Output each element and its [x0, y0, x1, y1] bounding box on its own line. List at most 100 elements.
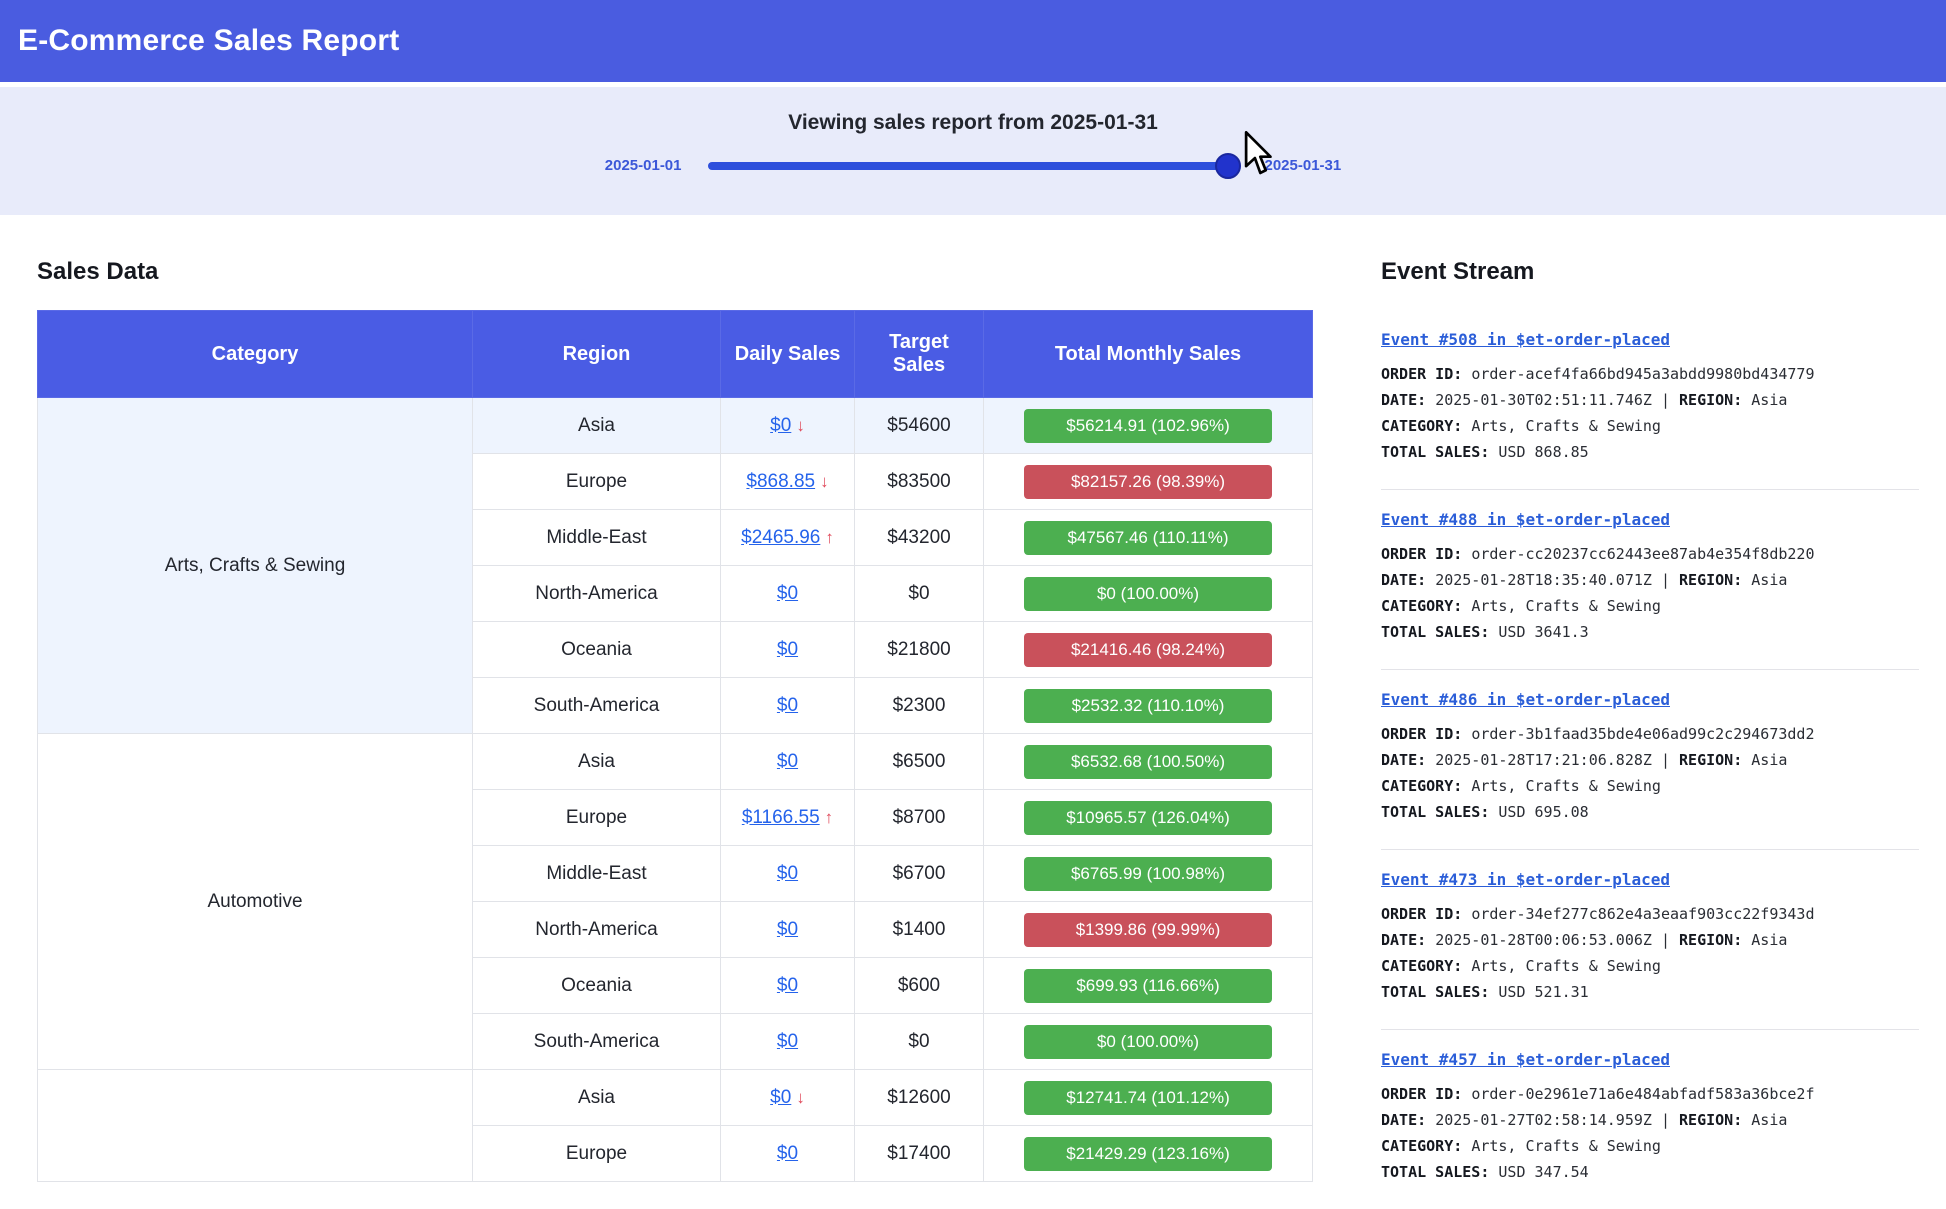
target-sales-cell: $6700: [855, 846, 984, 902]
event-date-line: DATE: 2025-01-30T02:51:11.746Z | REGION:…: [1381, 387, 1919, 413]
slider-handle[interactable]: [1215, 153, 1241, 179]
region-value: Asia: [1751, 571, 1787, 589]
event-total-line: TOTAL SALES: USD 3641.3: [1381, 619, 1919, 645]
daily-sales-cell: $0: [721, 622, 855, 678]
date-value: 2025-01-30T02:51:11.746Z: [1435, 391, 1652, 409]
daily-sales-link[interactable]: $0: [777, 919, 798, 940]
total-sales-cell: $6532.68 (100.50%): [984, 734, 1313, 790]
event-category-line: CATEGORY: Arts, Crafts & Sewing: [1381, 773, 1919, 799]
daily-sales-cell: $0: [721, 1014, 855, 1070]
region-cell: South-America: [473, 1014, 721, 1070]
total-sales-cell: $6765.99 (100.98%): [984, 846, 1313, 902]
region-value: Asia: [1751, 931, 1787, 949]
total-sales-label: TOTAL SALES:: [1381, 1163, 1489, 1181]
event-title-link[interactable]: Event #486 in $et-order-placed: [1381, 690, 1670, 709]
trend-up-icon: ↑: [825, 808, 834, 827]
daily-sales-link[interactable]: $2465.96: [741, 527, 820, 548]
category-value: Arts, Crafts & Sewing: [1471, 1137, 1661, 1155]
category-cell: Automotive: [38, 734, 473, 1070]
event-date-line: DATE: 2025-01-28T17:21:06.828Z | REGION:…: [1381, 747, 1919, 773]
daily-sales-cell: $0: [721, 734, 855, 790]
daily-sales-cell: $1166.55 ↑: [721, 790, 855, 846]
target-sales-cell: $43200: [855, 510, 984, 566]
daily-sales-cell: $0: [721, 1126, 855, 1182]
daily-sales-link[interactable]: $0: [777, 1143, 798, 1164]
daily-sales-link[interactable]: $0: [777, 863, 798, 884]
event-title-link[interactable]: Event #473 in $et-order-placed: [1381, 870, 1670, 889]
event-total-line: TOTAL SALES: USD 521.31: [1381, 979, 1919, 1005]
target-sales-cell: $83500: [855, 454, 984, 510]
daily-sales-link[interactable]: $1166.55: [742, 807, 820, 828]
total-sales-badge: $12741.74 (101.12%): [1024, 1081, 1272, 1115]
event-item: Event #486 in $et-order-placed ORDER ID:…: [1381, 670, 1919, 850]
total-sales-value: USD 3641.3: [1498, 623, 1588, 641]
region-label: REGION:: [1679, 751, 1742, 769]
column-header-region: Region: [473, 311, 721, 398]
daily-sales-link[interactable]: $0: [777, 1031, 798, 1052]
event-title-link[interactable]: Event #457 in $et-order-placed: [1381, 1050, 1670, 1069]
total-sales-label: TOTAL SALES:: [1381, 623, 1489, 641]
target-sales-cell: $2300: [855, 678, 984, 734]
daily-sales-link[interactable]: $0: [777, 751, 798, 772]
order-id-label: ORDER ID:: [1381, 725, 1462, 743]
category-cell: Arts, Crafts & Sewing: [38, 398, 473, 734]
daily-sales-cell: $0 ↓: [721, 398, 855, 454]
region-cell: Asia: [473, 734, 721, 790]
daily-sales-link[interactable]: $0: [777, 975, 798, 996]
total-sales-badge: $1399.86 (99.99%): [1024, 913, 1272, 947]
event-list: Event #508 in $et-order-placed ORDER ID:…: [1381, 310, 1919, 1209]
daily-sales-cell: $0: [721, 846, 855, 902]
order-id-value: order-acef4fa66bd945a3abdd9980bd434779: [1471, 365, 1814, 383]
trend-down-icon: ↓: [820, 472, 829, 491]
event-category-line: CATEGORY: Arts, Crafts & Sewing: [1381, 953, 1919, 979]
category-value: Arts, Crafts & Sewing: [1471, 597, 1661, 615]
daily-sales-link[interactable]: $0: [770, 415, 791, 436]
trend-down-icon: ↓: [796, 416, 805, 435]
table-row: AutomotiveAsia $0 $6500 $6532.68 (100.50…: [38, 734, 1313, 790]
slider-min-label: 2025-01-01: [605, 157, 682, 174]
daily-sales-link[interactable]: $0: [770, 1087, 791, 1108]
total-sales-cell: $1399.86 (99.99%): [984, 902, 1313, 958]
category-label: CATEGORY:: [1381, 417, 1462, 435]
region-cell: Europe: [473, 454, 721, 510]
region-cell: Europe: [473, 790, 721, 846]
event-order-line: ORDER ID: order-0e2961e71a6e484abfadf583…: [1381, 1081, 1919, 1107]
date-label: DATE:: [1381, 571, 1426, 589]
category-value: Arts, Crafts & Sewing: [1471, 957, 1661, 975]
total-sales-badge: $2532.32 (110.10%): [1024, 689, 1272, 723]
event-title-link[interactable]: Event #508 in $et-order-placed: [1381, 330, 1670, 349]
total-sales-cell: $56214.91 (102.96%): [984, 398, 1313, 454]
daily-sales-link[interactable]: $0: [777, 583, 798, 604]
total-sales-badge: $6765.99 (100.98%): [1024, 857, 1272, 891]
total-sales-cell: $82157.26 (98.39%): [984, 454, 1313, 510]
daily-sales-cell: $0↓: [721, 1070, 855, 1126]
target-sales-cell: $0: [855, 1014, 984, 1070]
date-slider-section: Viewing sales report from 2025-01-31 202…: [0, 87, 1946, 215]
total-sales-cell: $21429.29 (123.16%): [984, 1126, 1313, 1182]
region-label: REGION:: [1679, 1111, 1742, 1129]
event-title-link[interactable]: Event #488 in $et-order-placed: [1381, 510, 1670, 529]
order-id-value: order-0e2961e71a6e484abfadf583a36bce2f: [1471, 1085, 1814, 1103]
total-sales-badge: $0 (100.00%): [1024, 577, 1272, 611]
region-cell: Europe: [473, 1126, 721, 1182]
total-sales-value: USD 868.85: [1498, 443, 1588, 461]
region-cell: Asia: [473, 398, 721, 454]
category-label: CATEGORY:: [1381, 597, 1462, 615]
daily-sales-link[interactable]: $0: [777, 639, 798, 660]
total-sales-label: TOTAL SALES:: [1381, 983, 1489, 1001]
category-label: CATEGORY:: [1381, 1137, 1462, 1155]
order-id-value: order-cc20237cc62443ee87ab4e354f8db220: [1471, 545, 1814, 563]
order-id-label: ORDER ID:: [1381, 1085, 1462, 1103]
event-order-line: ORDER ID: order-acef4fa66bd945a3abdd9980…: [1381, 361, 1919, 387]
date-label: DATE:: [1381, 931, 1426, 949]
daily-sales-link[interactable]: $868.85: [746, 471, 815, 492]
order-id-label: ORDER ID:: [1381, 905, 1462, 923]
total-sales-badge: $6532.68 (100.50%): [1024, 745, 1272, 779]
daily-sales-link[interactable]: $0: [777, 695, 798, 716]
date-slider[interactable]: [708, 162, 1239, 170]
total-sales-label: TOTAL SALES:: [1381, 443, 1489, 461]
total-sales-value: USD 521.31: [1498, 983, 1588, 1001]
total-sales-cell: $12741.74 (101.12%): [984, 1070, 1313, 1126]
page-title: E-Commerce Sales Report: [18, 24, 399, 58]
slider-row: 2025-01-01 2025-01-31: [605, 157, 1341, 174]
